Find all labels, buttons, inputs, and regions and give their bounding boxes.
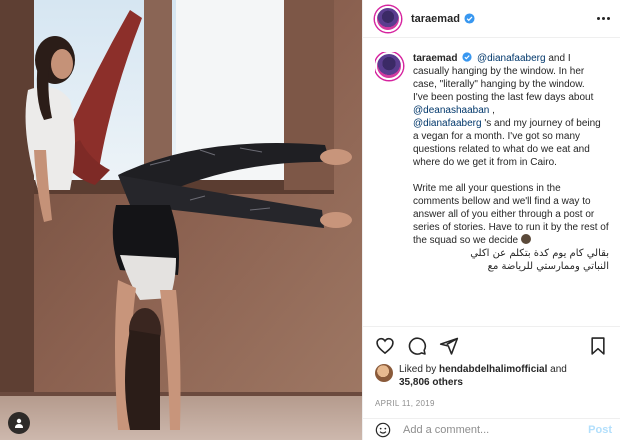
author-username[interactable]: taraemad: [411, 13, 460, 25]
post-actions: Liked by hendabdelhalimofficial and 35,8…: [363, 326, 620, 414]
author-avatar[interactable]: [375, 5, 401, 32]
caption-line2: I've been posting the last few days abou…: [413, 92, 594, 103]
caption-avatar[interactable]: [375, 52, 403, 80]
mention-link[interactable]: @dianafaaberg: [477, 53, 546, 64]
likes-and: and: [547, 364, 567, 375]
user-tag-icon[interactable]: [8, 412, 30, 434]
share-icon[interactable]: [439, 336, 459, 356]
heart-icon[interactable]: [375, 336, 395, 356]
comment-bar: Post: [363, 418, 620, 440]
smiley-icon[interactable]: [375, 422, 391, 438]
verified-badge-icon: [464, 13, 475, 24]
verified-badge-icon: [462, 52, 472, 62]
comment-input[interactable]: [403, 423, 589, 436]
likes-summary: Liked by hendabdelhalimofficial and 35,8…: [375, 363, 608, 389]
post-header: taraemad: [363, 0, 620, 38]
post-date[interactable]: APRIL 11, 2019: [375, 399, 608, 408]
liker-avatar[interactable]: [375, 364, 393, 382]
caption-username[interactable]: taraemad: [413, 53, 457, 64]
caption-text: taraemad @dianafaaberg and I casually ha…: [413, 52, 609, 324]
liker-username[interactable]: hendabdelhalimofficial: [439, 364, 547, 375]
caption-line3: Write me all your questions in the comme…: [413, 183, 609, 246]
post-side-panel: taraemad taraemad @dianafaaberg and I ca…: [362, 0, 620, 440]
likes-count[interactable]: 35,806 others: [399, 377, 463, 388]
likes-prefix: Liked by: [399, 364, 440, 375]
emoji-icon: [520, 234, 531, 244]
mention-link[interactable]: @deanashaaban: [413, 105, 489, 116]
action-bar: [375, 335, 608, 357]
comment-icon[interactable]: [407, 336, 427, 356]
more-options-icon[interactable]: [597, 17, 610, 20]
post-comment-button[interactable]: Post: [588, 424, 612, 436]
caption-section: taraemad @dianafaaberg and I casually ha…: [375, 52, 614, 324]
bookmark-icon[interactable]: [588, 336, 608, 356]
yoga-photo-illustration: [0, 0, 362, 440]
instagram-post: taraemad taraemad @dianafaaberg and I ca…: [0, 0, 620, 440]
post-photo[interactable]: [0, 0, 362, 440]
caption-arabic-1: بقالي كام يوم كدة بتكلم عن اكلي: [470, 248, 609, 259]
mention-link[interactable]: @dianafaaberg: [413, 118, 482, 129]
caption-arabic-2: النباتي وممارستي للرياضة مع: [487, 261, 609, 272]
caption-separator: ,: [489, 105, 495, 116]
